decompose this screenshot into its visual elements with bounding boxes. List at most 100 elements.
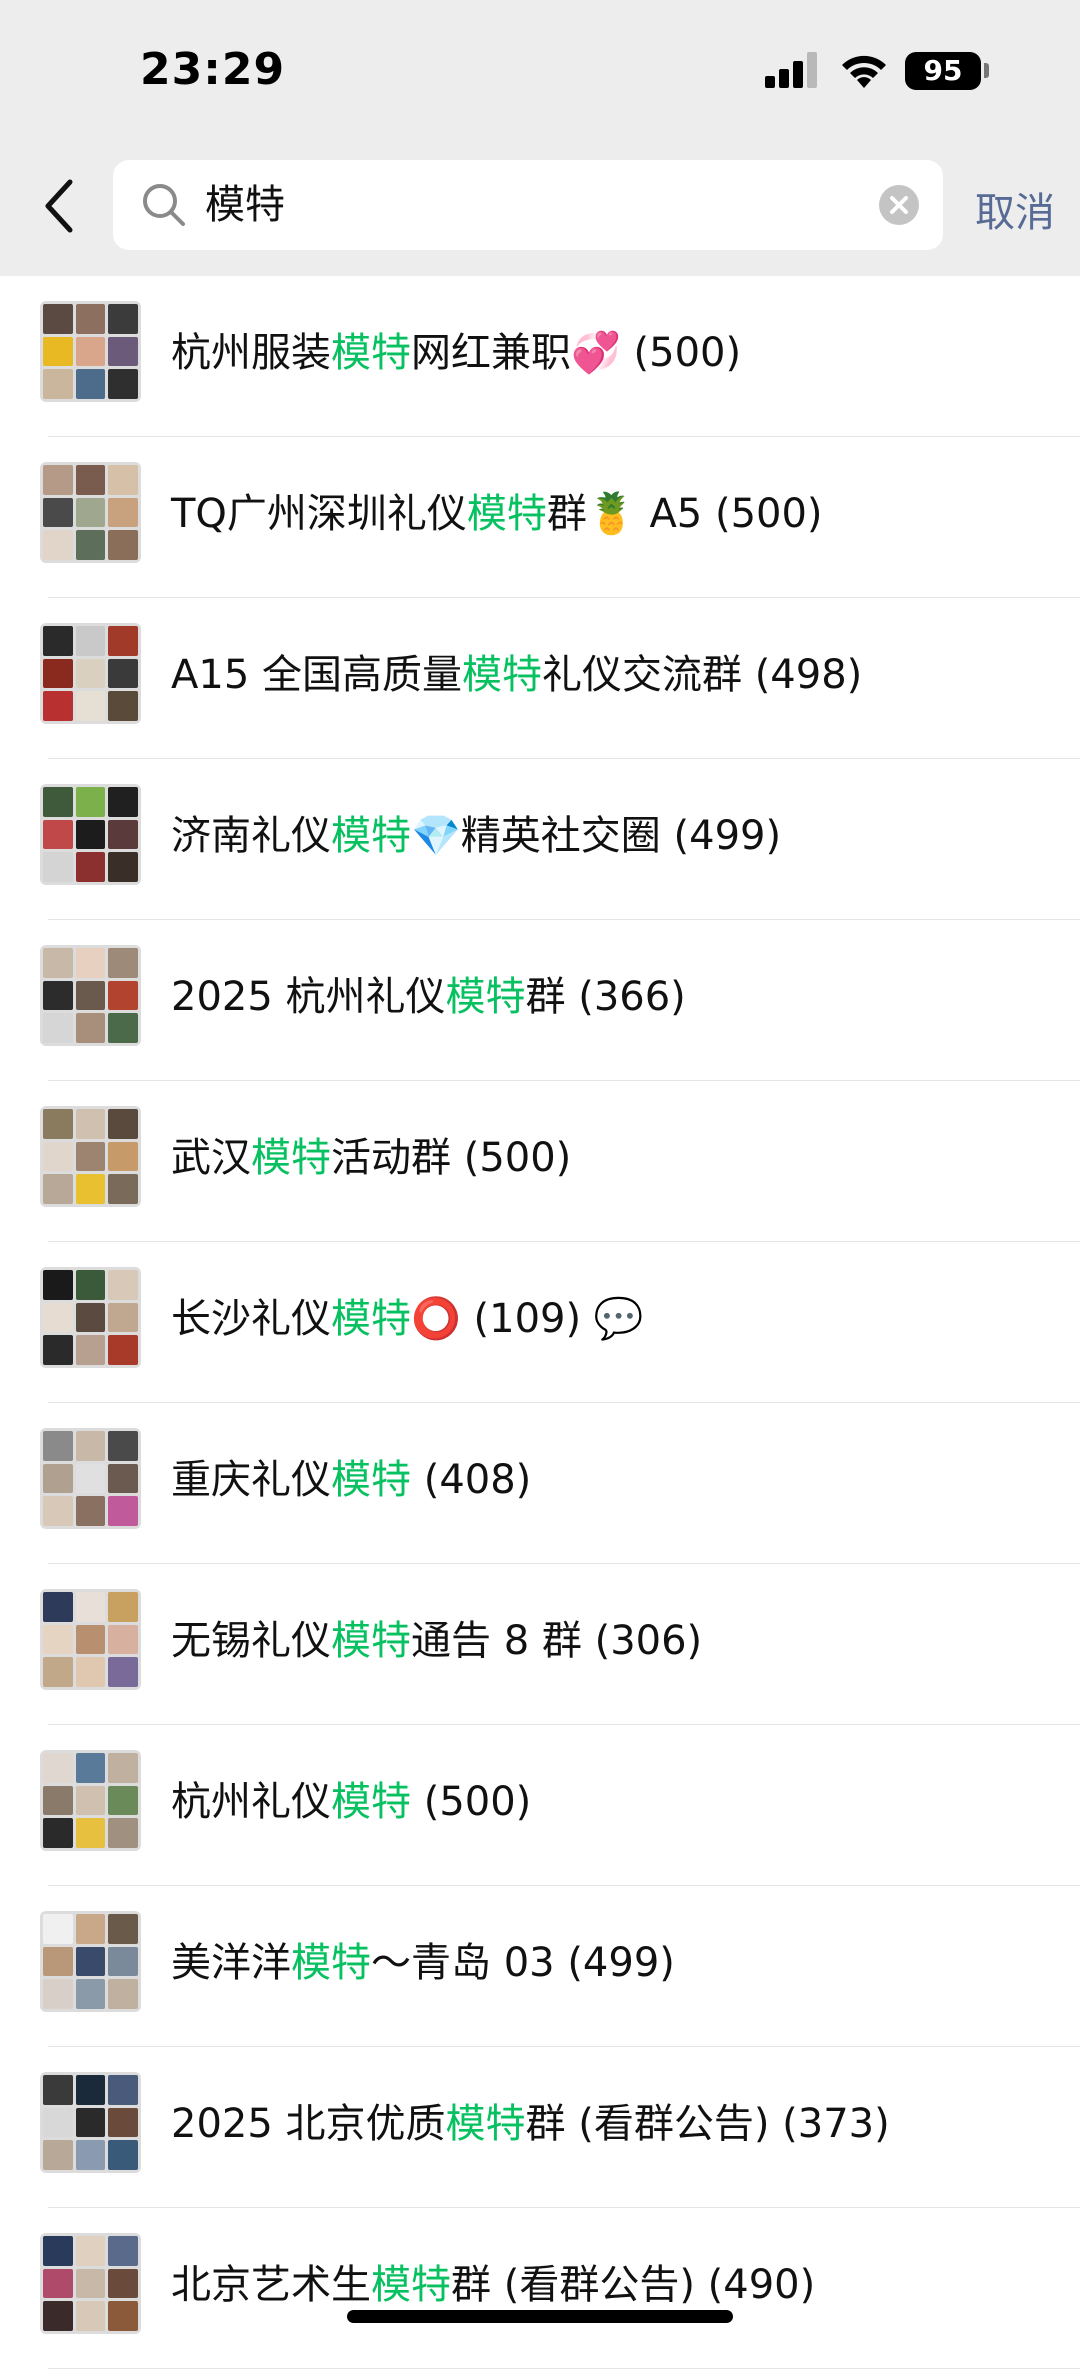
title-highlight: 模特 (331, 1296, 411, 1342)
avatar-tile (108, 1592, 138, 1622)
battery-cap (984, 63, 989, 78)
avatar-tile (75, 336, 106, 367)
avatar-tile (75, 1785, 106, 1816)
list-item[interactable]: 济南礼仪模特💎精英社交圈 (499) (0, 759, 1080, 920)
avatar-tile (43, 304, 73, 334)
avatar-tile (43, 658, 73, 689)
list-item[interactable]: 杭州服装模特网红兼职💞 (500) (0, 276, 1080, 437)
avatar-tile (108, 1463, 138, 1494)
list-item[interactable]: A15 全国高质量模特礼仪交流群 (498) (0, 598, 1080, 759)
title-suffix: 礼仪交流群 (498) (541, 652, 863, 698)
avatar-tile (108, 948, 138, 978)
avatar-tile (75, 691, 106, 721)
avatar-tile (108, 1270, 138, 1300)
list-item[interactable]: TQ广州深圳礼仪模特群🍍 A5 (500) (0, 437, 1080, 598)
group-avatar (40, 462, 141, 563)
group-avatar (40, 2233, 141, 2334)
title-suffix: ⭕ (109) 💬 (411, 1296, 644, 1342)
avatar-tile (75, 1302, 106, 1333)
list-item[interactable]: 北京艺术生模特群 (看群公告) (490) (0, 2208, 1080, 2369)
title-highlight: 模特 (331, 1779, 411, 1825)
avatar-tile (43, 369, 73, 399)
avatar-tile (75, 2140, 106, 2170)
avatar-tile (75, 1270, 106, 1300)
avatar-tile (75, 465, 106, 495)
title-prefix: 无锡礼仪 (171, 1618, 331, 1664)
group-title: 重庆礼仪模特 (408) (171, 1455, 531, 1505)
avatar-tile (43, 530, 73, 560)
group-title: TQ广州深圳礼仪模特群🍍 A5 (500) (171, 489, 823, 539)
clear-search-icon[interactable] (879, 185, 919, 225)
avatar-tile (75, 1818, 106, 1848)
avatar-tile (43, 691, 73, 721)
cancel-button[interactable]: 取消 (975, 180, 1055, 238)
avatar-tile (43, 465, 73, 495)
avatar-tile (75, 2075, 106, 2105)
title-prefix: 2025 北京优质 (171, 2101, 446, 2147)
avatar-tile (43, 2140, 73, 2170)
title-highlight: 模特 (331, 1457, 411, 1503)
search-input[interactable]: 模特 (205, 180, 285, 230)
avatar-tile (108, 1914, 138, 1944)
avatar-tile (108, 1109, 138, 1139)
title-suffix: (408) (411, 1457, 532, 1503)
avatar-tile (75, 304, 106, 334)
avatar-tile (43, 1302, 73, 1333)
close-icon (890, 196, 908, 214)
avatar-tile (75, 1753, 106, 1783)
avatar-tile (43, 1109, 73, 1139)
avatar-tile (43, 819, 73, 850)
avatar-tile (43, 852, 73, 882)
group-avatar (40, 1911, 141, 2012)
back-button[interactable] (40, 176, 80, 236)
avatar-tile (108, 1946, 138, 1977)
group-avatar (40, 301, 141, 402)
avatar-tile (75, 948, 106, 978)
avatar-tile (75, 2236, 106, 2266)
list-item[interactable]: 2025 北京优质模特群 (看群公告) (373) (0, 2047, 1080, 2208)
home-indicator[interactable] (347, 2310, 733, 2323)
avatar-tile (108, 1496, 138, 1526)
avatar-tile (43, 948, 73, 978)
title-suffix: ～青岛 03 (499) (371, 1940, 675, 1986)
avatar-tile (108, 2140, 138, 2170)
avatar-tile (75, 1174, 106, 1204)
avatar-tile (75, 1431, 106, 1461)
avatar-tile (43, 1174, 73, 1204)
avatar-tile (43, 1914, 73, 1944)
avatar-tile (43, 2301, 73, 2331)
title-highlight: 模特 (461, 652, 542, 698)
search-bar[interactable]: 模特 (113, 160, 943, 250)
avatar-tile (43, 626, 73, 656)
title-suffix: (500) (411, 1779, 532, 1825)
avatar-tile (43, 2236, 73, 2266)
list-item[interactable]: 2025 杭州礼仪模特群 (366) (0, 920, 1080, 1081)
avatar-tile (75, 530, 106, 560)
title-highlight: 模特 (331, 330, 411, 376)
avatar-tile (108, 2301, 138, 2331)
avatar-tile (43, 1785, 73, 1816)
title-prefix: 长沙礼仪 (171, 1296, 331, 1342)
avatar-tile (43, 1624, 73, 1655)
title-highlight: 模特 (445, 974, 526, 1020)
list-item[interactable]: 长沙礼仪模特⭕ (109) 💬 (0, 1242, 1080, 1403)
title-suffix: 群 (366) (525, 974, 686, 1020)
list-item[interactable]: 美洋洋模特～青岛 03 (499) (0, 1886, 1080, 2047)
list-item[interactable]: 无锡礼仪模特通告 8 群 (306) (0, 1564, 1080, 1725)
avatar-tile (75, 819, 106, 850)
avatar-tile (108, 691, 138, 721)
list-item[interactable]: 武汉模特活动群 (500) (0, 1081, 1080, 1242)
cellular-signal-icon (765, 52, 817, 88)
group-avatar (40, 1750, 141, 1851)
avatar-tile (108, 497, 138, 528)
status-time: 23:29 (140, 44, 286, 95)
avatar-tile (43, 1818, 73, 1848)
avatar-tile (108, 626, 138, 656)
avatar-tile (43, 2107, 73, 2138)
avatar-tile (108, 1818, 138, 1848)
avatar-tile (43, 2268, 73, 2299)
avatar-tile (108, 1785, 138, 1816)
avatar-tile (108, 2236, 138, 2266)
list-item[interactable]: 杭州礼仪模特 (500) (0, 1725, 1080, 1886)
list-item[interactable]: 重庆礼仪模特 (408) (0, 1403, 1080, 1564)
